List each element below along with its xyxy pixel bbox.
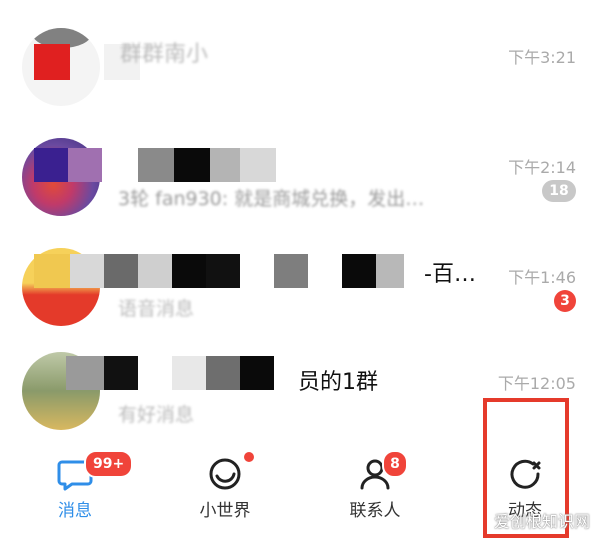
chat-preview: 3轮 fan930: 就是商城兑换，发出…: [118, 188, 425, 210]
small-world-icon: [209, 458, 241, 490]
chat-title: 群群南小: [120, 42, 209, 67]
chat-title: 员的1群: [298, 370, 378, 395]
contacts-count-badge: 8: [382, 450, 408, 478]
chat-time: 下午1:46: [508, 268, 576, 287]
chat-preview: 语音消息: [118, 298, 195, 320]
redaction-block: [34, 44, 70, 80]
redaction-mosaic: [34, 254, 404, 288]
chat-time: 下午2:14: [508, 158, 576, 177]
chat-title: -百…: [424, 262, 476, 287]
chat-time: 下午3:21: [508, 48, 576, 67]
new-content-dot: [244, 452, 254, 462]
tab-label: 小世界: [199, 501, 251, 521]
chat-row[interactable]: 3轮 fan930: 就是商城兑换，发出… 下午2:14 18: [0, 110, 600, 220]
tab-small-world[interactable]: 小世界: [150, 440, 300, 538]
redaction-mosaic: [66, 356, 274, 390]
chat-time: 下午12:05: [497, 374, 576, 393]
unread-badge: 18: [542, 180, 576, 202]
unread-badge: 3: [554, 290, 576, 312]
chat-list: 群群南小 下午3:21 3轮 fan930: 就是商城兑换，发出… 下午2:14…: [0, 0, 600, 440]
tab-label: 联系人: [349, 501, 401, 521]
tab-messages[interactable]: 99+ 消息: [0, 440, 150, 538]
tab-label: 消息: [58, 501, 92, 521]
watermark: 爱创根知识网: [493, 512, 590, 531]
redaction-mosaic: [34, 148, 276, 182]
chat-row[interactable]: -百… 语音消息 下午1:46 3: [0, 220, 600, 330]
messages-count-badge: 99+: [84, 450, 134, 478]
tab-contacts[interactable]: 8 联系人: [300, 440, 450, 538]
chat-row[interactable]: 群群南小 下午3:21: [0, 0, 600, 110]
chat-preview: 有好消息: [118, 404, 195, 426]
